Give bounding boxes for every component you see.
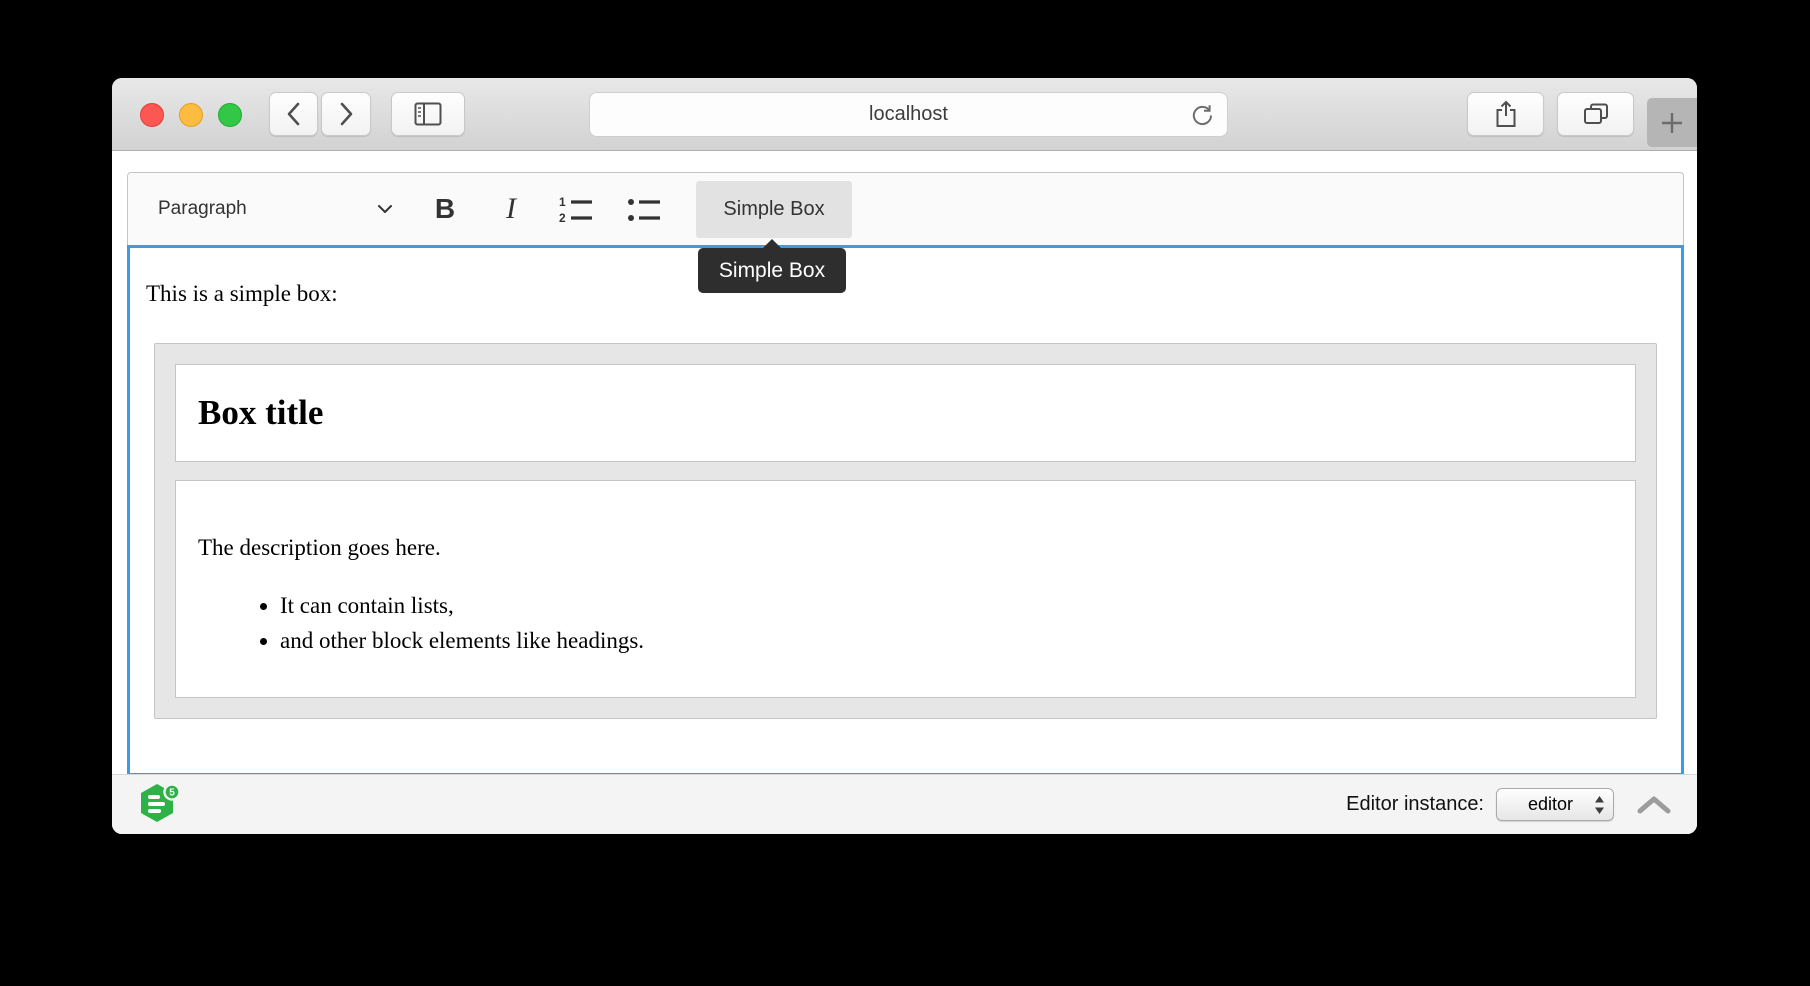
browser-titlebar: localhost	[112, 78, 1697, 151]
box-title-text: Box title	[198, 393, 1613, 433]
plus-icon	[1660, 111, 1684, 135]
zoom-button[interactable]	[218, 103, 242, 127]
editor-instance-label: Editor instance:	[1346, 793, 1484, 816]
chevron-down-icon[interactable]	[377, 173, 393, 245]
ckeditor-logo-icon: 5	[138, 782, 182, 828]
italic-button[interactable]: I	[494, 173, 528, 245]
simple-box-button-label: Simple Box	[723, 198, 824, 221]
box-description-text: The description goes here.	[198, 535, 1613, 561]
intro-paragraph: This is a simple box:	[146, 281, 1665, 307]
refresh-icon[interactable]	[1189, 102, 1215, 128]
close-button[interactable]	[140, 103, 164, 127]
sidebar-toggle-button[interactable]	[391, 92, 465, 136]
editor-toolbar: Paragraph B I 1 2	[127, 172, 1684, 245]
simple-box-description-field[interactable]: The description goes here. It can contai…	[175, 480, 1636, 698]
share-icon	[1494, 100, 1518, 128]
browser-window: localhost	[112, 78, 1697, 834]
web-page: Paragraph B I 1 2	[112, 151, 1697, 834]
collapse-panel-button[interactable]	[1636, 794, 1672, 816]
simple-box-title-field[interactable]: Box title	[175, 364, 1636, 462]
logo-badge-number: 5	[169, 787, 175, 798]
forward-icon	[337, 101, 355, 127]
simple-box-widget[interactable]: Box title The description goes here. It …	[154, 343, 1657, 719]
new-tab-button[interactable]	[1647, 98, 1697, 147]
box-description-list: It can contain lists, and other block el…	[198, 593, 1613, 654]
back-icon	[285, 101, 303, 127]
tabs-icon	[1582, 101, 1610, 127]
numbered-list-button[interactable]: 1 2	[558, 173, 594, 245]
editor-instance-select[interactable]: editor	[1496, 788, 1614, 821]
bulleted-list-button[interactable]	[626, 173, 662, 245]
sidebar-icon	[414, 102, 442, 126]
svg-text:1: 1	[559, 195, 566, 209]
simple-box-button[interactable]: Simple Box	[696, 181, 852, 238]
heading-dropdown[interactable]: Paragraph	[158, 173, 247, 245]
svg-text:2: 2	[559, 211, 566, 224]
show-tabs-button[interactable]	[1557, 92, 1634, 136]
editor-content-area[interactable]: This is a simple box: Box title The desc…	[127, 245, 1684, 776]
address-bar-text: localhost	[869, 103, 948, 126]
simple-box-tooltip: Simple Box	[698, 248, 846, 293]
bold-button[interactable]: B	[428, 173, 462, 245]
numbered-list-icon: 1 2	[558, 194, 594, 224]
list-item: It can contain lists,	[280, 593, 1613, 619]
select-stepper-icon	[1594, 796, 1605, 814]
tooltip-text: Simple Box	[719, 259, 825, 283]
editor-instance-select-value: editor	[1507, 794, 1594, 815]
chevron-up-icon	[1636, 794, 1672, 816]
share-button[interactable]	[1467, 92, 1544, 136]
inspector-bottom-bar: 5 Editor instance: editor	[112, 774, 1697, 834]
forward-button[interactable]	[321, 92, 371, 136]
bulleted-list-icon	[626, 194, 662, 224]
ckeditor-logo-button[interactable]: 5	[138, 782, 182, 828]
bold-icon: B	[435, 193, 455, 225]
back-button[interactable]	[269, 92, 318, 136]
minimize-button[interactable]	[179, 103, 203, 127]
heading-dropdown-label: Paragraph	[158, 198, 247, 220]
address-bar[interactable]: localhost	[589, 92, 1228, 137]
italic-icon: I	[506, 192, 516, 226]
list-item: and other block elements like headings.	[280, 628, 1613, 654]
